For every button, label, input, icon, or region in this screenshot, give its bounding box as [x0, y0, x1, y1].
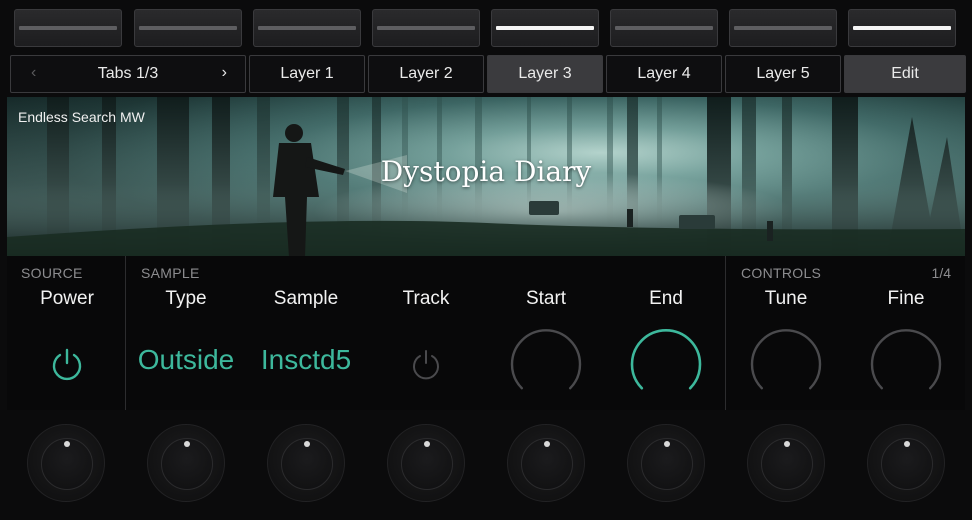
- hw-button-led: [258, 26, 356, 30]
- hw-button-7[interactable]: [729, 9, 837, 47]
- param-name-start: Start: [525, 288, 567, 309]
- preset-banner: Endless Search MW Dystopia Diary: [7, 97, 965, 256]
- power-icon[interactable]: [49, 346, 85, 382]
- hw-button-led: [615, 26, 713, 30]
- parameter-panel: SOURCE SAMPLE CONTROLS 1/4 Power Type Sa…: [7, 256, 965, 410]
- tab-layer-5[interactable]: Layer 5: [725, 55, 841, 93]
- tab-layer-2[interactable]: Layer 2: [368, 55, 484, 93]
- tab-edit[interactable]: Edit: [844, 55, 966, 93]
- hardware-knob-1[interactable]: [27, 424, 105, 502]
- hardware-knob-7[interactable]: [747, 424, 825, 502]
- hw-button-led: [853, 26, 951, 30]
- knob-indicator: [424, 441, 430, 447]
- knob-indicator: [784, 441, 790, 447]
- tab-layer-1[interactable]: Layer 1: [249, 55, 365, 93]
- hardware-knob-3[interactable]: [267, 424, 345, 502]
- tab-bar: ‹ Tabs 1/3 › Layer 1 Layer 2 Layer 3 Lay…: [8, 55, 966, 93]
- section-label-source: SOURCE: [21, 265, 83, 281]
- tune-knob[interactable]: [748, 326, 824, 402]
- tab-label: Layer 1: [280, 65, 334, 82]
- hw-button-led: [19, 26, 117, 30]
- knob-indicator: [664, 441, 670, 447]
- sample-value[interactable]: Insctd5: [246, 344, 366, 376]
- chevron-left-icon[interactable]: ‹: [31, 64, 36, 82]
- track-power-icon[interactable]: [410, 348, 442, 380]
- hw-button-led: [496, 26, 594, 30]
- knob-indicator: [184, 441, 190, 447]
- tab-layer-3[interactable]: Layer 3: [487, 55, 603, 93]
- hardware-knob-2[interactable]: [147, 424, 225, 502]
- section-label-sample: SAMPLE: [141, 265, 200, 281]
- hw-button-4[interactable]: [372, 9, 480, 47]
- brand-label: Endless Search MW: [18, 109, 145, 125]
- section-divider: [725, 256, 726, 410]
- tab-label: Layer 2: [399, 65, 453, 82]
- param-name-fine: Fine: [887, 288, 925, 309]
- knob-indicator: [904, 441, 910, 447]
- hardware-knob-4[interactable]: [387, 424, 465, 502]
- tabs-pager: ‹ Tabs 1/3 ›: [10, 55, 246, 93]
- hardware-knob-5[interactable]: [507, 424, 585, 502]
- type-value[interactable]: Outside: [126, 344, 246, 376]
- hw-button-led: [139, 26, 237, 30]
- hw-button-2[interactable]: [134, 9, 242, 47]
- hw-button-led: [734, 26, 832, 30]
- hardware-knob-8[interactable]: [867, 424, 945, 502]
- param-name-end: End: [649, 288, 683, 309]
- hw-button-5[interactable]: [491, 9, 599, 47]
- fine-knob[interactable]: [868, 326, 944, 402]
- chevron-right-icon[interactable]: ›: [222, 64, 227, 82]
- param-name-type: Type: [165, 288, 207, 309]
- start-knob[interactable]: [508, 326, 584, 402]
- hardware-button-row: [14, 9, 958, 47]
- knob-indicator: [544, 441, 550, 447]
- tab-label: Layer 3: [518, 65, 572, 82]
- end-knob[interactable]: [628, 326, 704, 402]
- preset-title: Dystopia Diary: [380, 155, 592, 188]
- param-name-sample: Sample: [273, 288, 339, 309]
- tabs-pager-label: Tabs 1/3: [97, 65, 159, 82]
- hw-button-8[interactable]: [848, 9, 956, 47]
- hardware-knob-6[interactable]: [627, 424, 705, 502]
- knob-indicator: [304, 441, 310, 447]
- hw-button-3[interactable]: [253, 9, 361, 47]
- hw-button-led: [377, 26, 475, 30]
- tab-label: Edit: [891, 65, 919, 82]
- section-divider: [125, 256, 126, 410]
- knob-indicator: [64, 441, 70, 447]
- section-label-controls: CONTROLS: [741, 265, 822, 281]
- param-name-power: Power: [40, 288, 94, 309]
- tab-label: Layer 4: [637, 65, 691, 82]
- param-name-track: Track: [402, 288, 450, 309]
- hw-button-6[interactable]: [610, 9, 718, 47]
- param-name-tune: Tune: [764, 288, 808, 309]
- tab-label: Layer 5: [756, 65, 810, 82]
- controls-page-indicator: 1/4: [931, 265, 951, 281]
- hw-button-1[interactable]: [14, 9, 122, 47]
- tab-layer-4[interactable]: Layer 4: [606, 55, 722, 93]
